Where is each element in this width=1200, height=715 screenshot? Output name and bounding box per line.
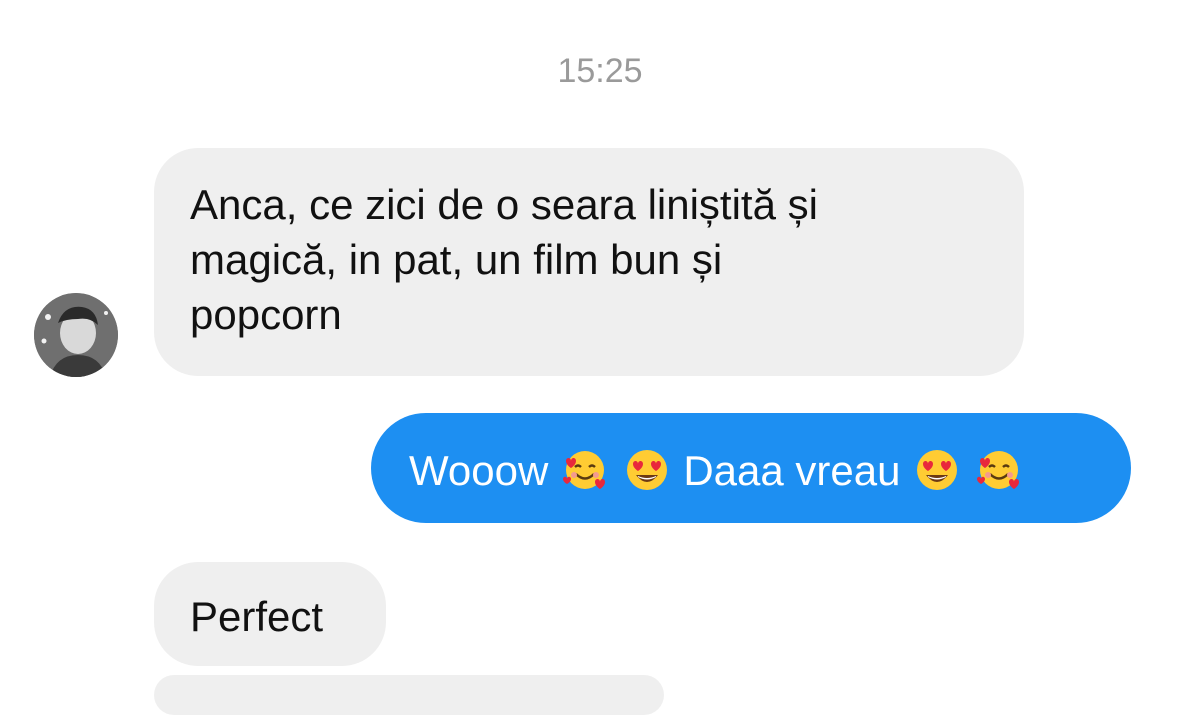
message-timestamp: 15:25	[557, 52, 643, 90]
heart-eyes-icon	[626, 450, 667, 490]
heart-eyes-icon	[917, 450, 958, 490]
message-text-line: magică, in pat, un film bun și	[190, 236, 723, 283]
incoming-message-bubble-partial[interactable]	[154, 675, 664, 715]
message-text: Perfect	[190, 593, 324, 640]
message-text: Wooow	[409, 447, 549, 494]
message-text: Daaa vreau	[683, 447, 901, 494]
smiling-face-with-hearts-icon	[976, 451, 1019, 489]
outgoing-message-bubble[interactable]: Wooow Daaa vreau	[371, 413, 1131, 523]
message-text-line: popcorn	[190, 291, 342, 338]
contact-avatar[interactable]	[34, 293, 118, 377]
smiling-face-with-hearts-icon	[562, 451, 605, 489]
incoming-message-bubble[interactable]: Perfect	[154, 562, 386, 666]
message-text-line: Anca, ce zici de o seara liniștită și	[190, 181, 818, 228]
avatar-photo-icon	[34, 293, 118, 377]
incoming-message-bubble[interactable]: Anca, ce zici de o seara liniștită și ma…	[154, 148, 1024, 376]
